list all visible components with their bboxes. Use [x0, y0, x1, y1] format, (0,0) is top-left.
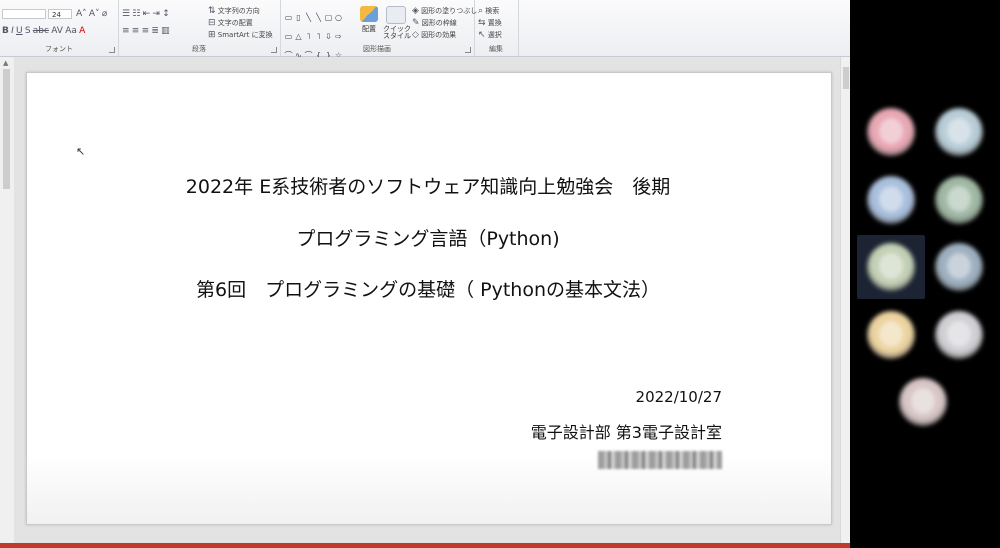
oval-shape-icon: ○ — [335, 13, 342, 22]
font-group: 24 A˄ A˅ ⌀ B I U S abc AV Aa A フォント — [0, 0, 119, 56]
char-spacing-icon[interactable]: AV — [51, 26, 63, 36]
mouse-pointer-icon: ↖ — [76, 145, 86, 158]
shape-effects-button[interactable]: ◇ 図形の効果 — [412, 30, 456, 40]
smartart-button[interactable]: ⊞ SmartArt に変換 — [208, 30, 273, 40]
arrow-right-shape-icon: ⇨ — [335, 32, 342, 41]
arrange-button[interactable]: 配置 — [358, 6, 380, 34]
text-direction-button[interactable]: ⇅ 文字列の方向 — [208, 6, 260, 16]
select-button[interactable]: ↖ 選択 — [478, 30, 502, 40]
drawing-dialog-launcher[interactable] — [465, 47, 471, 53]
participant-avatar[interactable] — [935, 311, 983, 359]
paragraph-dialog-launcher[interactable] — [271, 47, 277, 53]
paint-bucket-icon: ◈ — [412, 6, 419, 16]
paragraph-group: ☰ ☷ ⇤ ⇥ ↕ ≡ ≡ ≡ ≣ ▥ ⇅ 文字列の方向 ⊟ 文字の配置 ⊞ S… — [118, 0, 281, 56]
slide-scrollbar[interactable] — [840, 57, 850, 548]
bullets-icon[interactable]: ☰ — [122, 9, 130, 19]
shrink-font-icon[interactable]: A˅ — [89, 9, 100, 19]
align-text-icon: ⊟ — [208, 18, 216, 28]
align-left-icon[interactable]: ≡ — [122, 26, 130, 36]
participant-avatar[interactable] — [935, 243, 983, 291]
slide-date: 2022/10/27 — [635, 388, 722, 406]
text-direction-icon: ⇅ — [208, 6, 216, 16]
rect-shape-icon: ▢ — [324, 13, 333, 22]
participant-avatar[interactable] — [867, 243, 915, 291]
participant-avatar[interactable] — [867, 311, 915, 359]
italic-icon[interactable]: I — [11, 26, 14, 36]
presentation-app: 24 A˄ A˅ ⌀ B I U S abc AV Aa A フォント ☰ ☷ … — [0, 0, 850, 548]
scroll-up-icon[interactable]: ▲ — [3, 59, 8, 67]
numbering-icon[interactable]: ☷ — [132, 9, 140, 19]
change-case-icon[interactable]: Aa — [65, 26, 77, 36]
slide-title-line3: 第6回 プログラミングの基礎（ Pythonの基本文法） — [196, 279, 660, 301]
align-text-button[interactable]: ⊟ 文字の配置 — [208, 18, 253, 28]
participant-avatar[interactable] — [935, 108, 983, 156]
increase-indent-icon[interactable]: ⇥ — [152, 9, 160, 19]
shape-fill-button[interactable]: ◈ 図形の塗りつぶし — [412, 6, 477, 16]
find-button[interactable]: ⌕ 検索 — [478, 6, 499, 16]
align-right-icon[interactable]: ≡ — [142, 26, 150, 36]
clear-format-icon[interactable]: ⌀ — [102, 9, 107, 19]
textbox-shape-icon: ▭ — [284, 13, 293, 22]
bold-icon[interactable]: B — [2, 26, 9, 36]
slide-pane-scrollbar[interactable]: ▲ — [0, 57, 15, 548]
scroll-thumb[interactable] — [3, 69, 10, 189]
quick-styles-button[interactable]: クイック スタイル — [383, 6, 411, 40]
participant-avatar[interactable] — [867, 176, 915, 224]
replace-icon: ⇆ — [478, 18, 486, 28]
taskbar-edge — [0, 543, 850, 548]
font-name-combo[interactable] — [2, 9, 46, 19]
align-center-icon[interactable]: ≡ — [132, 26, 140, 36]
font-group-label: フォント — [45, 45, 73, 53]
font-size-combo[interactable]: 24 — [48, 9, 72, 19]
shadow-icon[interactable]: S — [25, 26, 31, 36]
arrange-icon — [360, 6, 378, 22]
editing-group-label: 編集 — [489, 45, 503, 53]
editing-group: ⌕ 検索 ⇆ 置換 ↖ 選択 編集 — [474, 0, 519, 56]
triangle-shape-icon: △ — [295, 32, 302, 41]
arrow-down-shape-icon: ⇩ — [325, 32, 332, 41]
line2-shape-icon: ╲ — [316, 13, 321, 22]
rect2-shape-icon: ▭ — [284, 32, 293, 41]
slide-department: 電子設計部 第3電子設計室 — [530, 423, 722, 442]
participant-avatar[interactable] — [867, 108, 915, 156]
font-color-icon[interactable]: A — [79, 26, 85, 36]
elbow2-shape-icon: ˥ — [316, 32, 321, 41]
redacted-author-name — [598, 451, 722, 469]
columns-icon[interactable]: ▥ — [161, 26, 170, 36]
smartart-icon: ⊞ — [208, 30, 216, 40]
pen-icon: ✎ — [412, 18, 420, 28]
line-shape-icon: ╲ — [306, 13, 311, 22]
elbow-shape-icon: ˥ — [306, 32, 311, 41]
participant-avatar[interactable] — [899, 378, 947, 426]
scroll-thumb[interactable] — [843, 67, 849, 89]
font-dialog-launcher[interactable] — [109, 47, 115, 53]
participant-avatar[interactable] — [935, 176, 983, 224]
binoculars-icon: ⌕ — [478, 6, 484, 16]
underline-icon[interactable]: U — [16, 26, 23, 36]
textbox-v-shape-icon: ▯ — [296, 13, 301, 22]
slide-title-line1: 2022年 E系技術者のソフトウェア知識向上勉強会 後期 — [185, 176, 671, 198]
decrease-indent-icon[interactable]: ⇤ — [143, 9, 151, 19]
quick-styles-icon — [386, 6, 406, 24]
strike-icon[interactable]: abc — [33, 26, 49, 36]
grow-font-icon[interactable]: A˄ — [76, 9, 87, 19]
select-arrow-icon: ↖ — [478, 30, 486, 40]
ribbon: 24 A˄ A˅ ⌀ B I U S abc AV Aa A フォント ☰ ☷ … — [0, 0, 850, 60]
effects-icon: ◇ — [412, 30, 419, 40]
justify-icon[interactable]: ≣ — [151, 26, 159, 36]
shapes-gallery[interactable]: ▭ ▯ ╲ ╲ ▢ ○ ▭ △ ˥ ˥ ⇩ ⇨ ⌒ ∿ ⌒{} ☆ — [284, 5, 346, 60]
paragraph-group-label: 段落 — [192, 45, 206, 53]
slide-title-line2: プログラミング言語（Python) — [296, 228, 560, 250]
line-spacing-icon[interactable]: ↕ — [162, 9, 170, 19]
replace-button[interactable]: ⇆ 置換 — [478, 18, 502, 28]
shape-outline-button[interactable]: ✎ 図形の枠線 — [412, 18, 457, 28]
